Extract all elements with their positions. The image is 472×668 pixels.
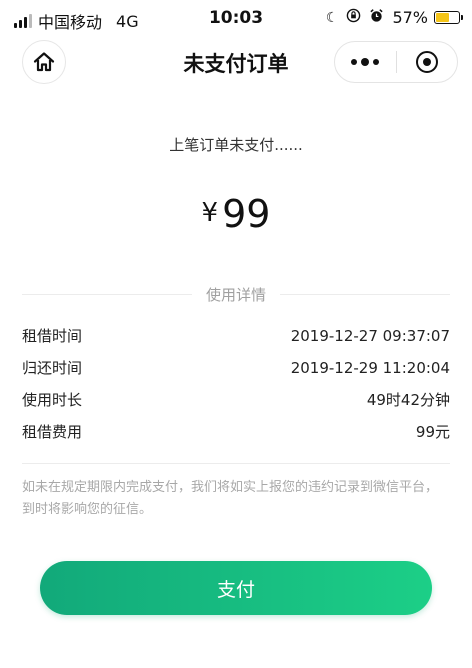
notice-divider [22,463,450,464]
battery-icon [434,11,463,24]
status-bar-right: ☾ 57% [325,8,463,27]
currency-symbol: ¥ [201,198,219,228]
divider-left [22,294,192,295]
section-title: 使用详情 [206,286,267,304]
alarm-icon [369,8,384,27]
payment-notice: 如未在规定期限内完成支付，我们将如实上报您的违约记录到微信平台，到时将影响您的征… [22,480,439,517]
detail-value: 2019-12-27 09:37:07 [290,327,450,345]
detail-row-duration: 使用时长 49时42分钟 [22,388,450,420]
usage-details-header: 使用详情 [22,284,451,305]
detail-value: 99元 [415,423,450,441]
detail-value: 2019-12-29 11:20:04 [290,359,450,377]
detail-row-fee: 租借费用 99元 [22,420,450,452]
unpaid-hint: 上笔订单未支付...... [169,136,303,154]
detail-label: 租借时间 [22,327,83,345]
amount-value: 99 [222,192,271,236]
nav-bar: 未支付订单 [0,36,472,88]
moon-icon: ☾ [325,9,339,26]
detail-label: 使用时长 [22,391,83,409]
detail-label: 归还时间 [22,359,83,377]
close-target-icon [415,51,438,73]
pay-button[interactable]: 支付 [40,561,432,615]
divider-right [280,294,451,295]
detail-row-rent-time: 租借时间 2019-12-27 09:37:07 [22,324,450,356]
detail-row-return-time: 归还时间 2019-12-29 11:20:04 [22,356,450,388]
more-dots-icon[interactable] [335,58,396,66]
lock-rotation-icon [346,8,361,27]
detail-value: 49时42分钟 [366,391,450,409]
battery-percent: 57% [392,8,428,27]
close-button[interactable] [397,51,458,73]
amount-display: ¥99 [0,192,472,236]
mini-program-capsule [334,41,458,83]
usage-details: 租借时间 2019-12-27 09:37:07 归还时间 2019-12-29… [22,324,450,452]
detail-label: 租借费用 [22,423,83,441]
status-bar: 中国移动 4G 10:03 ☾ 57% [0,0,472,36]
battery-level [436,13,449,22]
